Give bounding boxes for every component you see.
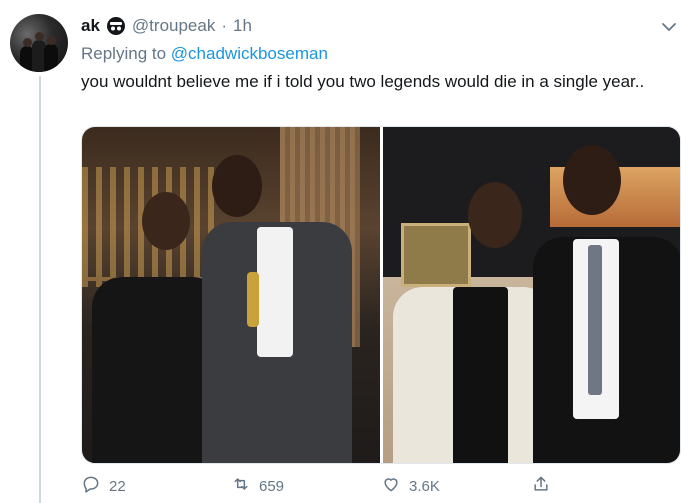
- tweet-media: [81, 126, 681, 464]
- tweet-header: ak @troupeak · 1h: [81, 14, 252, 38]
- reply-icon: [81, 474, 101, 498]
- avatar-head: [35, 32, 44, 41]
- retweet-count: 659: [259, 477, 285, 495]
- share-icon: [531, 474, 551, 498]
- like-count: 3.6K: [409, 477, 440, 495]
- tweet-photo-right[interactable]: [382, 127, 680, 463]
- incognito-icon: [106, 16, 126, 36]
- avatar-figure: [44, 44, 58, 72]
- heart-icon: [381, 474, 401, 498]
- retweet-icon: [231, 474, 251, 498]
- tweet-actions: 22 659 3.6K: [81, 474, 681, 498]
- author-handle[interactable]: @troupeak: [132, 16, 215, 36]
- tweet-photo-left[interactable]: [82, 127, 380, 463]
- photo-person: [82, 127, 380, 463]
- timestamp[interactable]: 1h: [233, 16, 252, 36]
- avatar[interactable]: [10, 14, 68, 72]
- chevron-down-icon[interactable]: [660, 18, 678, 36]
- tweet-text: you wouldnt believe me if i told you two…: [81, 72, 645, 91]
- photo-person: [383, 127, 680, 463]
- avatar-head: [47, 36, 56, 45]
- reply-button[interactable]: 22: [81, 474, 231, 498]
- author-name[interactable]: ak: [81, 16, 100, 36]
- reply-mention-link[interactable]: @chadwickboseman: [171, 44, 328, 63]
- avatar-head: [23, 38, 32, 47]
- share-button[interactable]: [531, 474, 681, 498]
- separator-dot: ·: [221, 16, 228, 35]
- like-button[interactable]: 3.6K: [381, 474, 531, 498]
- reply-prefix: Replying to: [81, 44, 167, 63]
- reply-count: 22: [109, 477, 126, 495]
- thread-line: [39, 76, 41, 503]
- retweet-button[interactable]: 659: [231, 474, 381, 498]
- replying-to: Replying to @chadwickboseman: [81, 44, 328, 64]
